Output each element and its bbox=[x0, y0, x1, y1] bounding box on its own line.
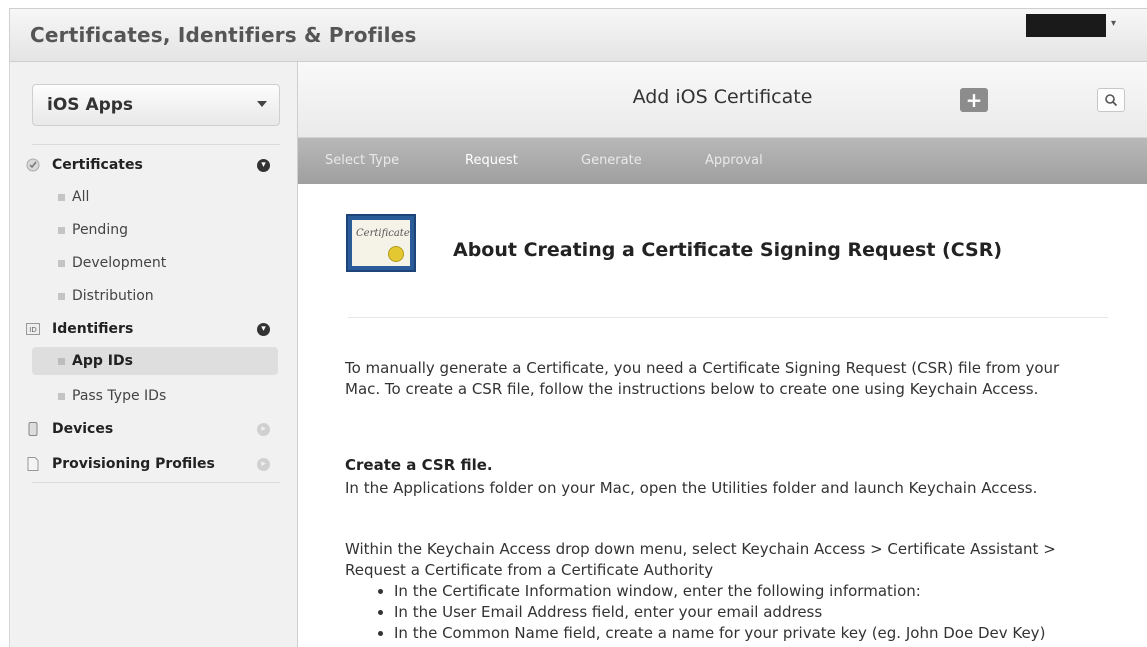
csr-text: In the Applications folder on your Mac, … bbox=[345, 479, 1038, 497]
bullet-icon bbox=[58, 227, 65, 234]
sidebar-section-label: Identifiers bbox=[52, 321, 134, 337]
svg-text:ID: ID bbox=[29, 326, 36, 334]
account-caret-icon[interactable]: ▾ bbox=[1111, 18, 1116, 29]
seal-icon bbox=[388, 246, 404, 262]
intro-line: Mac. To create a CSR file, follow the in… bbox=[345, 380, 1039, 398]
bullet-icon bbox=[58, 194, 65, 201]
expand-toggle-icon[interactable]: ▸ bbox=[257, 423, 270, 436]
document-icon bbox=[27, 457, 39, 471]
top-bar: Certificates, Identifiers & Profiles bbox=[9, 8, 1147, 62]
sidebar-divider bbox=[32, 482, 280, 483]
instruction-list: In the Certificate Information window, e… bbox=[376, 581, 1045, 644]
expand-toggle-icon[interactable]: ▾ bbox=[257, 323, 270, 336]
bullet-icon bbox=[58, 393, 65, 400]
sidebar-section-label: Certificates bbox=[52, 157, 143, 173]
bullet-icon bbox=[58, 293, 65, 300]
sidebar: iOS Apps Certificates ▾ All Pending Deve… bbox=[9, 62, 298, 647]
id-badge-icon: ID bbox=[26, 323, 40, 335]
sidebar-item-pending[interactable]: Pending bbox=[32, 216, 278, 244]
section-heading: About Creating a Certificate Signing Req… bbox=[453, 239, 1003, 261]
wizard-step-bar: Select Type Request Generate Approval bbox=[298, 138, 1147, 184]
keychain-line: Request a Certificate from a Certificate… bbox=[345, 561, 714, 579]
intro-line: To manually generate a Certificate, you … bbox=[345, 359, 1060, 377]
list-item: In the User Email Address field, enter y… bbox=[376, 602, 1045, 623]
add-button[interactable]: + bbox=[960, 88, 988, 112]
certificate-seal-icon bbox=[26, 158, 40, 172]
sidebar-section-provisioning-profiles[interactable]: Provisioning Profiles ▸ bbox=[26, 452, 282, 478]
sidebar-item-label: Pass Type IDs bbox=[72, 388, 167, 404]
sidebar-item-distribution[interactable]: Distribution bbox=[32, 282, 278, 310]
sidebar-item-development[interactable]: Development bbox=[32, 249, 278, 277]
sidebar-item-app-ids[interactable]: App IDs bbox=[32, 347, 278, 375]
divider bbox=[348, 317, 1108, 318]
sidebar-item-label: Distribution bbox=[72, 288, 154, 304]
csr-heading: Create a CSR file. bbox=[345, 456, 493, 474]
sidebar-section-devices[interactable]: Devices ▸ bbox=[26, 417, 282, 443]
main-content: Certificate About Creating a Certificate… bbox=[298, 184, 1147, 647]
bullet-icon bbox=[58, 260, 65, 267]
sidebar-item-label: Development bbox=[72, 255, 167, 271]
sidebar-item-label: App IDs bbox=[72, 353, 133, 369]
intro-text: To manually generate a Certificate, you … bbox=[345, 358, 1115, 400]
list-item: In the Certificate Information window, e… bbox=[376, 581, 1045, 602]
sidebar-item-all[interactable]: All bbox=[32, 183, 278, 211]
step-approval: Approval bbox=[705, 153, 763, 168]
sidebar-divider bbox=[32, 144, 280, 145]
account-menu[interactable] bbox=[1026, 14, 1106, 37]
expand-toggle-icon[interactable]: ▾ bbox=[257, 159, 270, 172]
main-header: Add iOS Certificate bbox=[298, 62, 1147, 138]
step-request: Request bbox=[465, 153, 518, 168]
sidebar-item-pass-type-ids[interactable]: Pass Type IDs bbox=[32, 382, 278, 410]
list-item: In the Common Name field, create a name … bbox=[376, 623, 1045, 644]
bullet-icon bbox=[58, 358, 65, 365]
chevron-down-icon bbox=[257, 101, 267, 107]
sidebar-section-label: Devices bbox=[52, 421, 114, 437]
sidebar-section-label: Provisioning Profiles bbox=[52, 456, 215, 472]
step-generate: Generate bbox=[581, 153, 642, 168]
page-title: Add iOS Certificate bbox=[632, 86, 813, 108]
sidebar-section-identifiers[interactable]: ID Identifiers ▾ bbox=[26, 317, 282, 343]
search-icon bbox=[1105, 94, 1118, 107]
search-button[interactable] bbox=[1097, 88, 1125, 112]
platform-select[interactable]: iOS Apps bbox=[32, 84, 280, 126]
device-icon bbox=[28, 422, 38, 436]
app-title: Certificates, Identifiers & Profiles bbox=[30, 23, 417, 47]
expand-toggle-icon[interactable]: ▸ bbox=[257, 458, 270, 471]
keychain-line: Within the Keychain Access drop down men… bbox=[345, 540, 1056, 558]
sidebar-item-label: All bbox=[72, 189, 90, 205]
sidebar-item-label: Pending bbox=[72, 222, 128, 238]
sidebar-section-certificates[interactable]: Certificates ▾ bbox=[26, 153, 282, 179]
certificate-paper: Certificate bbox=[352, 220, 410, 266]
certificate-icon: Certificate bbox=[346, 214, 416, 272]
platform-label: iOS Apps bbox=[47, 95, 134, 115]
certificate-script-text: Certificate bbox=[356, 228, 410, 239]
keychain-instructions: Within the Keychain Access drop down men… bbox=[345, 539, 1115, 581]
step-select-type: Select Type bbox=[325, 153, 400, 168]
